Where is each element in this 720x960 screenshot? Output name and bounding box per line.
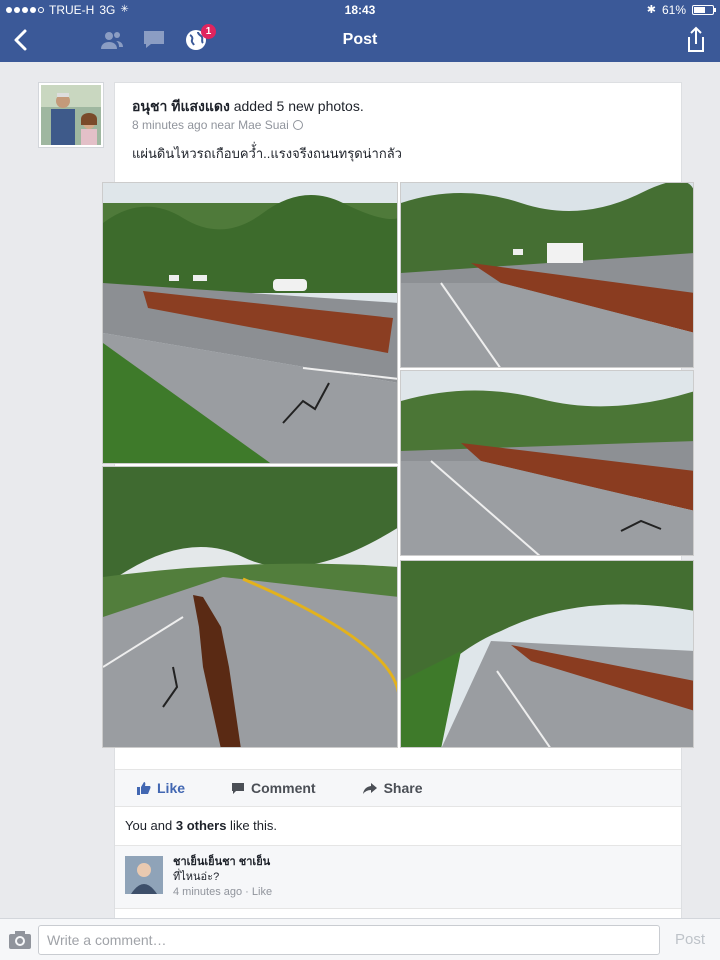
post-card: อนุชา ทีแสงแดง added 5 new photos. 8 min… [102, 82, 694, 960]
post-time[interactable]: 8 minutes ago near Mae Suai [132, 117, 289, 133]
author-line: อนุชา ทีแสงแดง added 5 new photos. [132, 97, 672, 115]
share-button[interactable]: Share [362, 780, 423, 796]
action-bar: Like Comment Share [115, 769, 681, 807]
public-globe-icon [292, 120, 303, 130]
photo-5[interactable] [400, 560, 694, 748]
comment-button[interactable]: Comment [231, 780, 316, 796]
compose-bar: Post [0, 918, 720, 960]
comment-icon [232, 782, 245, 794]
comment-label: Comment [251, 780, 316, 796]
back-chevron-icon[interactable] [10, 26, 32, 54]
comment-like-link[interactable]: Like [252, 886, 272, 898]
likes-prefix: You and [125, 818, 176, 833]
camera-icon[interactable] [8, 930, 32, 950]
nav-bar: Post 1 [0, 20, 720, 62]
share-label: Share [383, 780, 423, 796]
photo-4[interactable] [102, 466, 398, 748]
top-bar: TRUE-H 3G ✳ 18:43 ✱ 61% Post 1 [0, 0, 720, 62]
comment-text: ที่ไหนอ่ะ? [173, 871, 220, 883]
author-avatar[interactable] [38, 82, 104, 148]
likes-summary[interactable]: You and 3 others like this. [125, 818, 277, 833]
commenter-name[interactable]: ชาเย็นเย็นชา ชาเย็น [173, 855, 272, 870]
share-icon[interactable] [684, 26, 708, 54]
commenter-avatar[interactable] [125, 856, 163, 894]
author-name[interactable]: อนุชา ทีแสงแดง [132, 98, 230, 114]
notifications-globe-icon[interactable]: 1 [184, 24, 216, 52]
comment-meta: 4 minutes ago · Like [173, 885, 272, 900]
battery-percent: 61% [661, 3, 686, 17]
post-meta: 8 minutes ago near Mae Suai [132, 117, 672, 133]
likes-others[interactable]: 3 others [176, 818, 227, 833]
bluetooth-icon: ✱ [646, 4, 656, 16]
like-button[interactable]: Like [137, 780, 185, 796]
nav-icons: 1 [100, 24, 216, 52]
post-header: อนุชา ทีแสงแดง added 5 new photos. 8 min… [132, 97, 672, 163]
notification-badge: 1 [201, 24, 216, 39]
photo-2[interactable] [400, 182, 694, 368]
status-right: ✱ 61% [646, 0, 716, 20]
photo-1[interactable] [102, 182, 398, 464]
comment-body: ชาเย็นเย็นชา ชาเย็น ที่ไหนอ่ะ? 4 minutes… [173, 855, 272, 900]
like-label: Like [157, 780, 186, 796]
thumbs-up-icon [137, 782, 151, 795]
messages-icon[interactable] [142, 28, 166, 52]
clock: 18:43 [344, 3, 376, 17]
status-bar: TRUE-H 3G ✳ 18:43 ✱ 61% [0, 0, 720, 20]
photo-3[interactable] [400, 370, 694, 556]
post-comment-button[interactable]: Post [666, 925, 714, 955]
share-arrow-icon [362, 782, 377, 794]
comment-item: ชาเย็นเย็นชา ชาเย็น ที่ไหนอ่ะ? 4 minutes… [115, 845, 681, 909]
post-action-text: added 5 new photos. [229, 98, 364, 114]
post-caption: แผ่นดินไหวรถเกือบคว้่ำ..แรงจรีงถนนทรุดน่… [132, 146, 402, 161]
comment-time: 4 minutes ago [173, 886, 243, 898]
likes-suffix: like this. [226, 818, 278, 833]
comment-meta-separator: · [242, 886, 252, 898]
battery-icon [692, 5, 716, 15]
friend-requests-icon[interactable] [100, 28, 124, 52]
comment-input[interactable] [38, 925, 660, 955]
